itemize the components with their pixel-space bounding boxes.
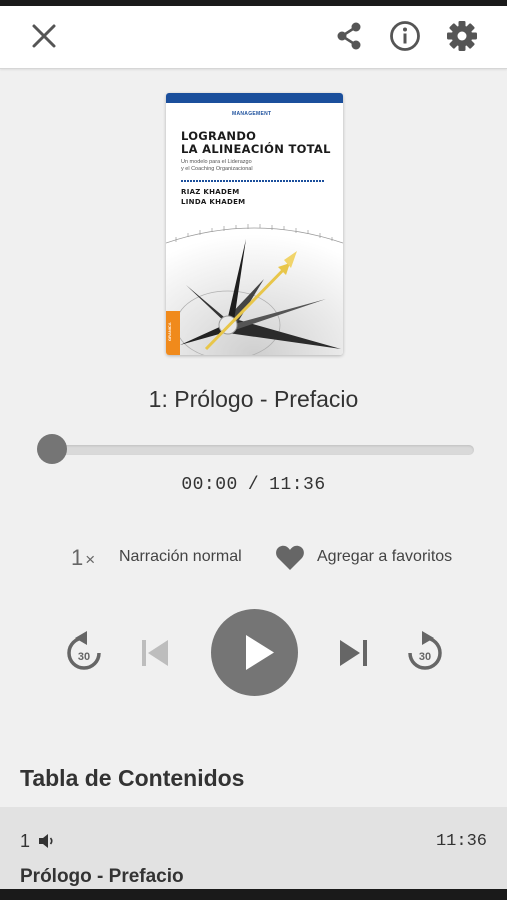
time-elapsed: 00:00 <box>181 475 238 495</box>
forward-seconds: 30 <box>419 651 431 663</box>
bottom-strip <box>0 889 507 900</box>
gear-icon <box>447 21 477 51</box>
cover-subtitle-line2: y el Coaching Organizacional <box>181 166 253 172</box>
toc-item-number: 1 <box>20 831 31 851</box>
speed-suffix: × <box>85 550 96 569</box>
rewind-30-icon: 30 <box>67 631 101 670</box>
cover-subtitle: Un modelo para el Liderazgo y el Coachin… <box>181 159 331 173</box>
settings-button[interactable] <box>444 18 480 54</box>
progress-bar[interactable] <box>37 445 474 455</box>
cover-title-line2: LA ALINEACIÓN TOTAL <box>181 142 331 156</box>
cover-brand: MANAGEMENT <box>232 111 272 117</box>
time-separator: / <box>247 475 260 495</box>
cover-title: LOGRANDO LA ALINEACIÓN TOTAL <box>181 130 341 156</box>
share-icon <box>337 22 361 50</box>
cover-top-bar <box>166 93 343 103</box>
forward-30-icon: 30 <box>408 631 442 670</box>
publisher-name: GRANICA <box>167 322 172 341</box>
skip-next-icon <box>340 640 367 666</box>
heart-icon[interactable] <box>274 541 306 573</box>
time-total: 11:36 <box>269 475 326 495</box>
track-title: 1: Prólogo - Prefacio <box>148 386 359 412</box>
speaker-icon <box>39 834 53 848</box>
book-cover: MANAGEMENT LOGRANDO LA ALINEACIÓN TOTAL … <box>166 93 343 355</box>
publisher-ribbon: GRANICA <box>166 311 180 355</box>
compass-illustration <box>166 221 343 355</box>
cover-divider <box>181 180 324 182</box>
close-button[interactable] <box>26 18 62 54</box>
cover-authors: RIAZ KHADEM LINDA KHADEM <box>181 187 245 207</box>
toc-item-title: Prólogo - Prefacio <box>20 866 184 887</box>
toc-item[interactable]: 1 11:36 Prólogo - Prefacio <box>0 807 507 890</box>
app-header <box>0 6 507 69</box>
rewind-30-button[interactable]: 30 <box>63 630 105 674</box>
next-track-button[interactable] <box>336 636 372 670</box>
previous-track-button[interactable] <box>137 636 173 670</box>
skip-previous-icon <box>142 640 168 666</box>
cover-subtitle-line1: Un modelo para el Liderazgo <box>181 159 252 165</box>
info-icon <box>390 21 420 51</box>
narration-speed-label[interactable]: Narración normal <box>119 548 242 566</box>
time-readout: 00:00 / 11:36 <box>0 475 507 495</box>
play-button[interactable] <box>211 609 298 696</box>
add-to-favorites-label[interactable]: Agregar a favoritos <box>317 548 452 566</box>
forward-30-button[interactable]: 30 <box>404 630 446 674</box>
toc-item-duration: 11:36 <box>435 832 487 851</box>
cover-author-1: RIAZ KHADEM <box>181 188 240 196</box>
rewind-seconds: 30 <box>78 651 90 663</box>
toc-heading: Tabla de Contenidos <box>20 765 245 791</box>
share-button[interactable] <box>331 18 367 54</box>
play-icon <box>246 635 274 670</box>
playback-speed-button[interactable]: 1 × <box>71 545 95 571</box>
progress-handle[interactable] <box>37 434 67 464</box>
info-button[interactable] <box>387 18 423 54</box>
speed-value: 1 <box>71 545 84 570</box>
close-icon <box>32 24 56 48</box>
cover-author-2: LINDA KHADEM <box>181 198 246 206</box>
